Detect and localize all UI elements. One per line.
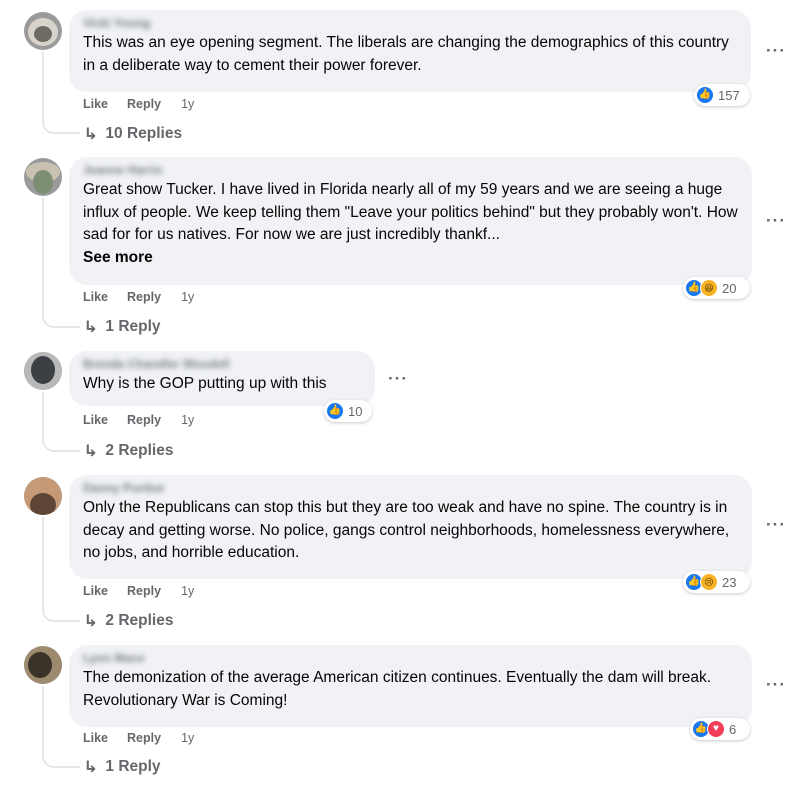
comment-text: Only the Republicans can stop this but t… [83, 499, 730, 561]
avatar[interactable] [24, 158, 62, 196]
like-button[interactable]: Like [83, 584, 108, 598]
thread-line [42, 198, 44, 308]
reply-arrow-icon: ↳ [83, 759, 99, 776]
author-name[interactable]: Jeanne Harris [83, 163, 740, 177]
reply-arrow-icon: ↳ [83, 613, 99, 630]
more-options-icon[interactable]: ··· [766, 42, 786, 59]
replies-label: 2 Replies [105, 442, 174, 459]
thread-line [42, 517, 44, 603]
timestamp[interactable]: 1y [181, 290, 194, 304]
comment-bubble: Danny Purdue Only the Republicans can st… [69, 475, 752, 579]
reply-arrow-icon: ↳ [83, 319, 99, 336]
comment-text: This was an eye opening segment. The lib… [83, 34, 729, 74]
comment-bubble: Lynn Mace The demonization of the averag… [69, 645, 752, 727]
author-name[interactable]: Vicki Young [83, 16, 739, 30]
comment-actions: Like Reply 1y [83, 290, 194, 304]
sad-icon: 😢 [700, 573, 718, 591]
thread-curve [42, 306, 80, 328]
author-name[interactable]: Brenda Chandler Woodell [83, 357, 363, 371]
thread-curve [42, 746, 80, 768]
avatar[interactable] [24, 12, 62, 50]
avatar[interactable] [24, 646, 62, 684]
replies-label: 2 Replies [105, 612, 174, 629]
comment-bubble: Brenda Chandler Woodell Why is the GOP p… [69, 351, 375, 406]
reply-button[interactable]: Reply [127, 413, 161, 427]
view-replies-button[interactable]: ↳ 2 Replies [83, 611, 174, 631]
avatar[interactable] [24, 477, 62, 515]
timestamp[interactable]: 1y [181, 584, 194, 598]
replies-label: 1 Reply [105, 758, 161, 775]
reaction-count: 23 [722, 574, 737, 590]
comment-text: Great show Tucker. I have lived in Flori… [83, 181, 738, 243]
reaction-count: 6 [729, 721, 737, 737]
comment-bubble: Vicki Young This was an eye opening segm… [69, 10, 751, 92]
like-button[interactable]: Like [83, 731, 108, 745]
comment-actions: Like Reply 1y [83, 584, 194, 598]
like-button[interactable]: Like [83, 97, 108, 111]
comment-text: Why is the GOP putting up with this [83, 375, 327, 392]
replies-label: 1 Reply [105, 318, 161, 335]
reply-button[interactable]: Reply [127, 584, 161, 598]
thread-line [42, 392, 44, 432]
reaction-summary[interactable]: 👍 😢 23 [683, 571, 750, 593]
thread-curve [42, 430, 80, 452]
reaction-summary[interactable]: 👍 157 [694, 84, 750, 106]
timestamp[interactable]: 1y [181, 731, 194, 745]
view-replies-button[interactable]: ↳ 10 Replies [83, 124, 183, 144]
like-button[interactable]: Like [83, 290, 108, 304]
timestamp[interactable]: 1y [181, 413, 194, 427]
reply-arrow-icon: ↳ [83, 443, 99, 460]
view-replies-button[interactable]: ↳ 1 Reply [83, 757, 161, 777]
avatar[interactable] [24, 352, 62, 390]
author-name[interactable]: Danny Purdue [83, 481, 740, 495]
thread-line [42, 52, 44, 112]
replies-label: 10 Replies [105, 125, 183, 142]
more-options-icon[interactable]: ··· [766, 212, 786, 229]
reply-arrow-icon: ↳ [83, 126, 99, 143]
reaction-summary[interactable]: 👍 😆 20 [683, 277, 750, 299]
comment-actions: Like Reply 1y [83, 413, 194, 427]
comment-text: The demonization of the average American… [83, 669, 712, 709]
heart-icon: ♥ [707, 720, 725, 738]
like-button[interactable]: Like [83, 413, 108, 427]
more-options-icon[interactable]: ··· [766, 676, 786, 693]
see-more-link[interactable]: See more [83, 247, 740, 269]
reaction-count: 20 [722, 280, 737, 296]
reaction-summary[interactable]: 👍 ♥ 6 [690, 718, 750, 740]
thumbs-up-icon: 👍 [696, 86, 714, 104]
haha-icon: 😆 [700, 279, 718, 297]
thread-curve [42, 600, 80, 622]
thread-curve [42, 112, 80, 134]
author-name[interactable]: Lynn Mace [83, 651, 740, 665]
view-replies-button[interactable]: ↳ 1 Reply [83, 317, 161, 337]
comment-bubble: Jeanne Harris Great show Tucker. I have … [69, 157, 752, 285]
comment-actions: Like Reply 1y [83, 731, 194, 745]
timestamp[interactable]: 1y [181, 97, 194, 111]
reply-button[interactable]: Reply [127, 290, 161, 304]
thread-line [42, 686, 44, 750]
reaction-count: 157 [718, 87, 740, 103]
comment-actions: Like Reply 1y [83, 97, 194, 111]
thumbs-up-icon: 👍 [326, 402, 344, 420]
reaction-summary[interactable]: 👍 10 [324, 400, 372, 422]
reaction-count: 10 [348, 403, 363, 419]
reply-button[interactable]: Reply [127, 97, 161, 111]
reply-button[interactable]: Reply [127, 731, 161, 745]
view-replies-button[interactable]: ↳ 2 Replies [83, 441, 174, 461]
more-options-icon[interactable]: ··· [388, 370, 408, 387]
more-options-icon[interactable]: ··· [766, 516, 786, 533]
